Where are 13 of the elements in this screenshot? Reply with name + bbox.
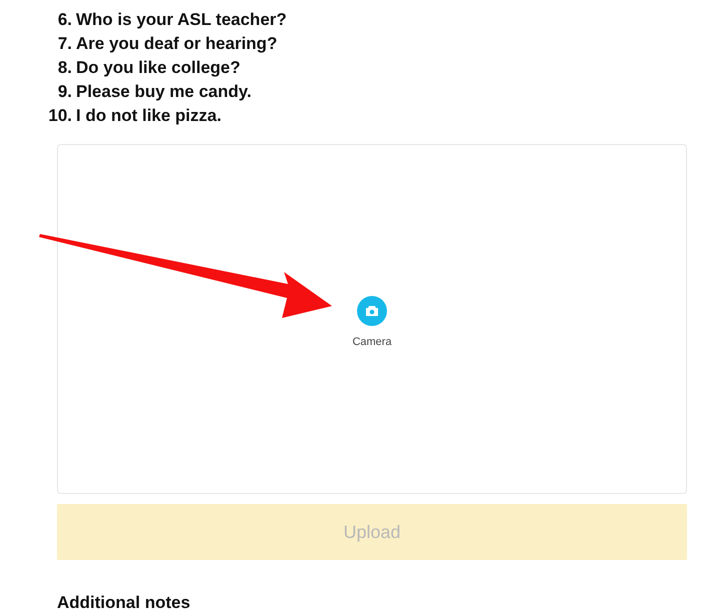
list-number: 10. [47, 105, 73, 128]
question-text: Who is your ASL teacher? [76, 9, 287, 32]
list-number: 7. [56, 33, 73, 56]
list-number: 9. [56, 81, 73, 104]
camera-button[interactable]: Camera [352, 296, 392, 350]
list-number: 8. [56, 57, 73, 80]
question-text: Are you deaf or hearing? [76, 33, 278, 56]
question-text: Do you like college? [76, 57, 240, 80]
list-number: 6. [56, 9, 73, 32]
question-text: Please buy me candy. [76, 81, 252, 104]
section-heading: Additional notes [57, 592, 192, 614]
camera-icon [357, 296, 387, 326]
question-text: I do not like pizza. [76, 105, 222, 128]
